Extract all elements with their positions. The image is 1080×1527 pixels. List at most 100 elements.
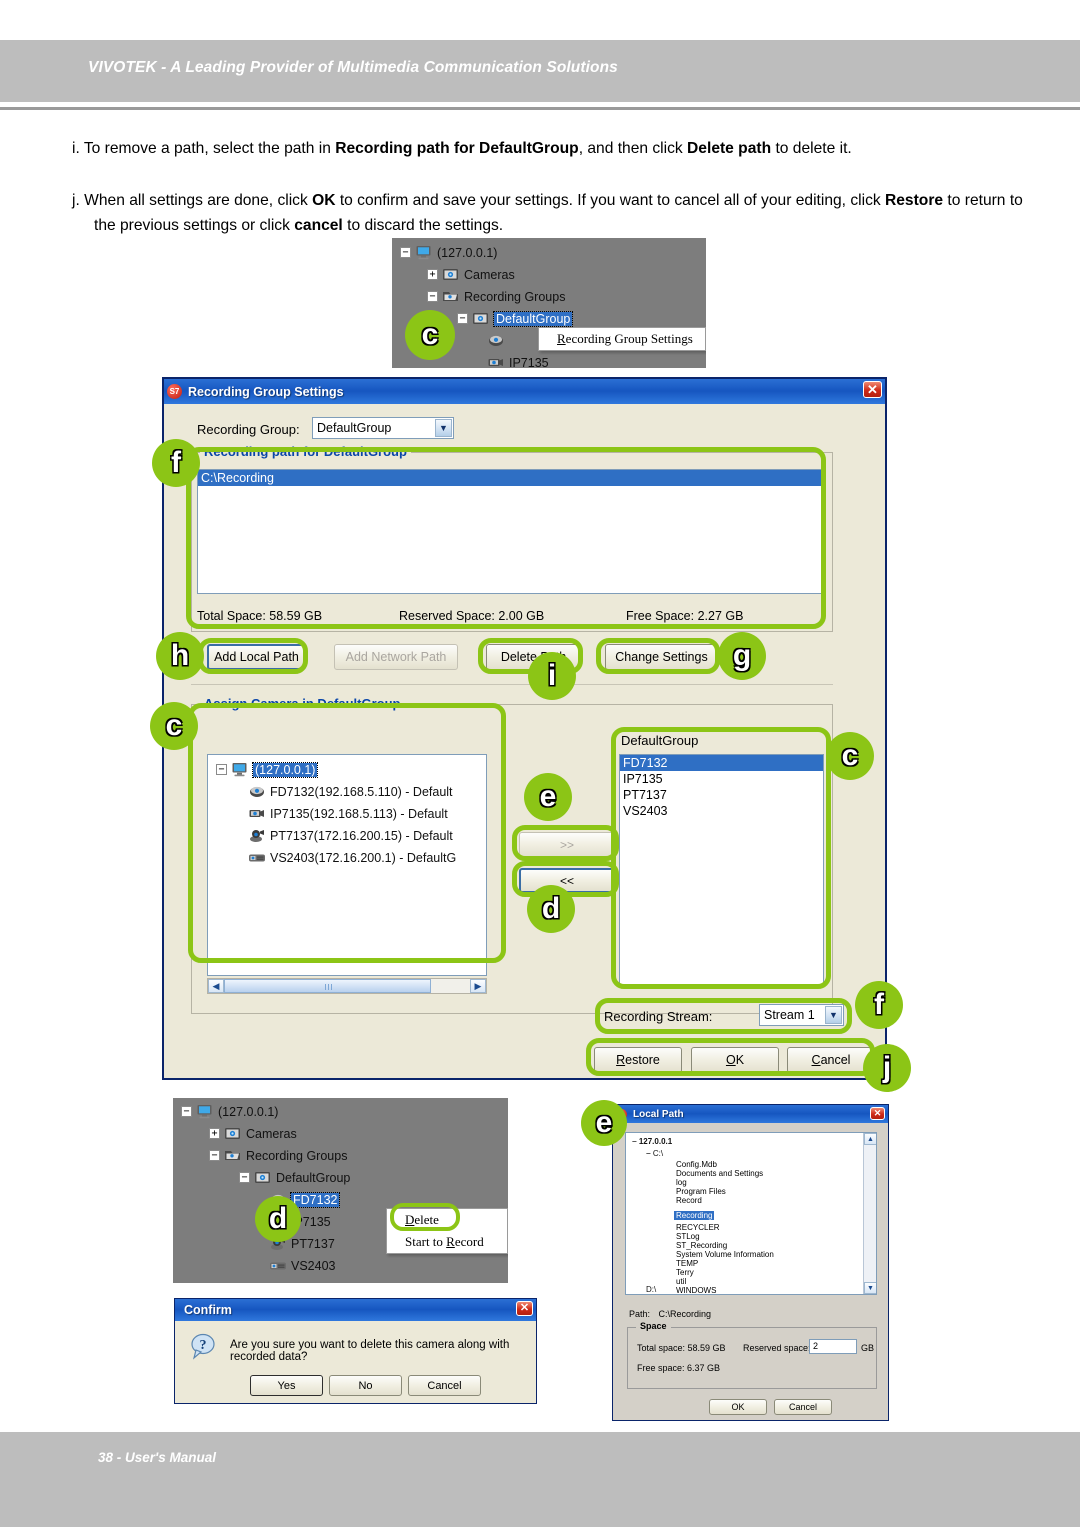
assigned-camera-item[interactable]: FD7132 xyxy=(620,755,823,771)
change-settings-button[interactable]: Change Settings xyxy=(605,644,718,670)
scroll-up-icon[interactable]: ▲ xyxy=(864,1133,876,1145)
confirm-no-button[interactable]: No xyxy=(329,1375,402,1396)
assigned-camera-item[interactable]: PT7137 xyxy=(620,787,823,803)
assigned-camera-item[interactable]: VS2403 xyxy=(620,803,823,819)
tree-node-camera-partial[interactable] xyxy=(487,333,505,348)
folder-item[interactable]: Documents and Settings xyxy=(674,1169,776,1178)
folder-item[interactable]: log xyxy=(674,1178,776,1187)
local-path-folder-tree[interactable]: − 127.0.0.1 − C:\ Config.Mdb Documents a… xyxy=(625,1132,877,1295)
context-menu-item-recording-group-settings[interactable]: Recording Group Settings xyxy=(539,328,705,350)
box-camera-icon xyxy=(248,806,266,821)
context-menu-item-delete[interactable]: Delete xyxy=(387,1209,507,1231)
confirm-yes-button[interactable]: Yes xyxy=(250,1375,323,1396)
folder-item[interactable]: Record xyxy=(674,1196,776,1205)
scroll-down-icon[interactable]: ▼ xyxy=(864,1282,876,1294)
camera-tree-item[interactable]: IP7135(192.168.5.113) - Default xyxy=(248,806,448,821)
recording-path-group-title: Recording path for DefaultGroup xyxy=(200,444,411,459)
local-tree-drive[interactable]: − C:\ xyxy=(646,1149,663,1158)
collapse-toggle-icon[interactable]: − xyxy=(216,764,227,775)
available-camera-tree[interactable]: − (127.0.0.1) FD7132(192.168.5.110) - De… xyxy=(207,754,487,976)
video-server-icon xyxy=(269,1258,287,1273)
instruction-j: j. When all settings are done, click OK … xyxy=(72,188,1032,238)
camera-tree-item[interactable]: FD7132(192.168.5.110) - Default xyxy=(248,784,453,799)
folder-item[interactable]: Program Files xyxy=(674,1187,776,1196)
chevron-down-icon[interactable]: ▼ xyxy=(825,1006,842,1024)
close-icon[interactable]: ✕ xyxy=(863,381,882,398)
confirm-titlebar[interactable]: Confirm ✕ xyxy=(175,1299,536,1321)
add-local-path-button[interactable]: Add Local Path xyxy=(207,644,306,670)
tree-node-cameras[interactable]: + Cameras xyxy=(427,267,515,282)
folder-item[interactable]: util xyxy=(674,1277,776,1286)
folder-item[interactable]: RECYCLER xyxy=(674,1223,776,1232)
folder-item[interactable]: WINDOWS xyxy=(674,1286,776,1294)
assigned-camera-item[interactable]: IP7135 xyxy=(620,771,823,787)
collapse-toggle-icon[interactable]: − xyxy=(239,1172,250,1183)
restore-button[interactable]: Restore xyxy=(594,1047,682,1073)
folder-item[interactable]: Terry xyxy=(674,1268,776,1277)
recording-path-listbox[interactable]: C:\Recording xyxy=(197,469,825,594)
folder-item[interactable]: Config.Mdb xyxy=(674,1160,776,1169)
folder-item-selected[interactable]: Recording xyxy=(674,1211,715,1220)
callout-f-stream: f xyxy=(855,981,903,1029)
expand-toggle-icon[interactable]: + xyxy=(427,269,438,280)
video-server-icon xyxy=(248,850,266,865)
context-menu-delete-label: elete xyxy=(414,1212,439,1227)
local-path-ok-button[interactable]: OK xyxy=(709,1399,767,1415)
tree-node-default-group[interactable]: − DefaultGroup xyxy=(457,310,574,327)
camera-tree-root-label: (127.0.0.1) xyxy=(251,761,319,778)
context-menu-item-start-record[interactable]: Start to Record xyxy=(387,1231,507,1253)
folder-item[interactable]: ST_Recording xyxy=(674,1241,776,1250)
instruction-j-bold3: cancel xyxy=(294,217,343,234)
cancel-button[interactable]: Cancel xyxy=(787,1047,875,1073)
bottom-tree-camera-vs2403[interactable]: VS2403 xyxy=(269,1258,335,1273)
collapse-toggle-icon[interactable]: − xyxy=(181,1106,192,1117)
confirm-cancel-button[interactable]: Cancel xyxy=(408,1375,481,1396)
camera-tree-item[interactable]: VS2403(172.16.200.1) - DefaultG xyxy=(248,850,456,865)
folder-item[interactable]: TEMP xyxy=(674,1259,776,1268)
close-icon[interactable]: ✕ xyxy=(870,1107,885,1120)
collapse-toggle-icon[interactable]: − xyxy=(457,313,468,324)
recording-group-select[interactable]: DefaultGroup ▼ xyxy=(312,417,454,439)
unassign-camera-button[interactable]: << xyxy=(519,868,615,893)
camera-tree-hscrollbar[interactable]: ◀ ▶ xyxy=(207,978,487,994)
local-reserved-input[interactable]: 2 xyxy=(809,1339,857,1354)
expand-toggle-icon[interactable]: + xyxy=(209,1128,220,1139)
close-icon[interactable]: ✕ xyxy=(516,1301,533,1316)
bottom-tree-recording-groups[interactable]: − Recording Groups xyxy=(209,1148,347,1163)
open-folder-icon xyxy=(224,1148,242,1163)
assign-camera-group-title: Assign Camera in DefaultGroup xyxy=(200,696,405,711)
bottom-tree-default-group[interactable]: − DefaultGroup xyxy=(239,1170,350,1185)
ok-button[interactable]: OK xyxy=(691,1047,779,1073)
bottom-tree-cameras[interactable]: + Cameras xyxy=(209,1126,297,1141)
camera-tree-root[interactable]: − (127.0.0.1) xyxy=(216,761,319,778)
scroll-right-icon[interactable]: ▶ xyxy=(470,979,486,993)
folder-item[interactable]: STLog xyxy=(674,1232,776,1241)
camera-tree-item[interactable]: PT7137(172.16.200.15) - Default xyxy=(248,828,453,843)
recording-path-item[interactable]: C:\Recording xyxy=(198,470,824,486)
chevron-down-icon[interactable]: ▼ xyxy=(435,419,452,437)
bottom-tree-root[interactable]: − (127.0.0.1) xyxy=(181,1104,278,1119)
collapse-toggle-icon[interactable]: − xyxy=(400,247,411,258)
folder-item[interactable]: System Volume Information xyxy=(674,1250,776,1259)
callout-j-footer: j xyxy=(863,1044,911,1092)
tree-node-root[interactable]: − (127.0.0.1) xyxy=(400,245,497,260)
top-tree-context-menu[interactable]: Recording Group Settings xyxy=(538,327,706,351)
local-path-cancel-button[interactable]: Cancel xyxy=(774,1399,832,1415)
local-tree-next-drive[interactable]: D:\ xyxy=(646,1285,656,1294)
collapse-toggle-icon[interactable]: − xyxy=(209,1150,220,1161)
window-titlebar[interactable]: S7 Recording Group Settings ✕ xyxy=(164,379,885,404)
local-path-vscrollbar[interactable]: ▲ ▼ xyxy=(863,1133,876,1294)
scroll-left-icon[interactable]: ◀ xyxy=(208,979,224,993)
scrollbar-thumb[interactable] xyxy=(224,979,431,993)
assigned-camera-listbox[interactable]: FD7132 IP7135 PT7137 VS2403 xyxy=(619,754,824,987)
tree-node-recording-groups[interactable]: − Recording Groups xyxy=(427,289,565,304)
tree-node-ip7135[interactable]: IP7135 xyxy=(487,355,549,368)
recording-stream-select[interactable]: Stream 1 ▼ xyxy=(759,1004,844,1026)
bottom-tree-context-menu[interactable]: Delete Start to Record xyxy=(386,1208,508,1254)
local-tree-root[interactable]: − 127.0.0.1 xyxy=(632,1137,672,1146)
bottom-tree-root-label: (127.0.0.1) xyxy=(218,1104,279,1119)
collapse-toggle-icon[interactable]: − xyxy=(427,291,438,302)
local-path-titlebar[interactable]: S Local Path ✕ xyxy=(613,1105,888,1123)
page-footer: 38 - User's Manual xyxy=(0,1432,1080,1527)
instruction-i-text2: , and then click xyxy=(578,140,688,157)
